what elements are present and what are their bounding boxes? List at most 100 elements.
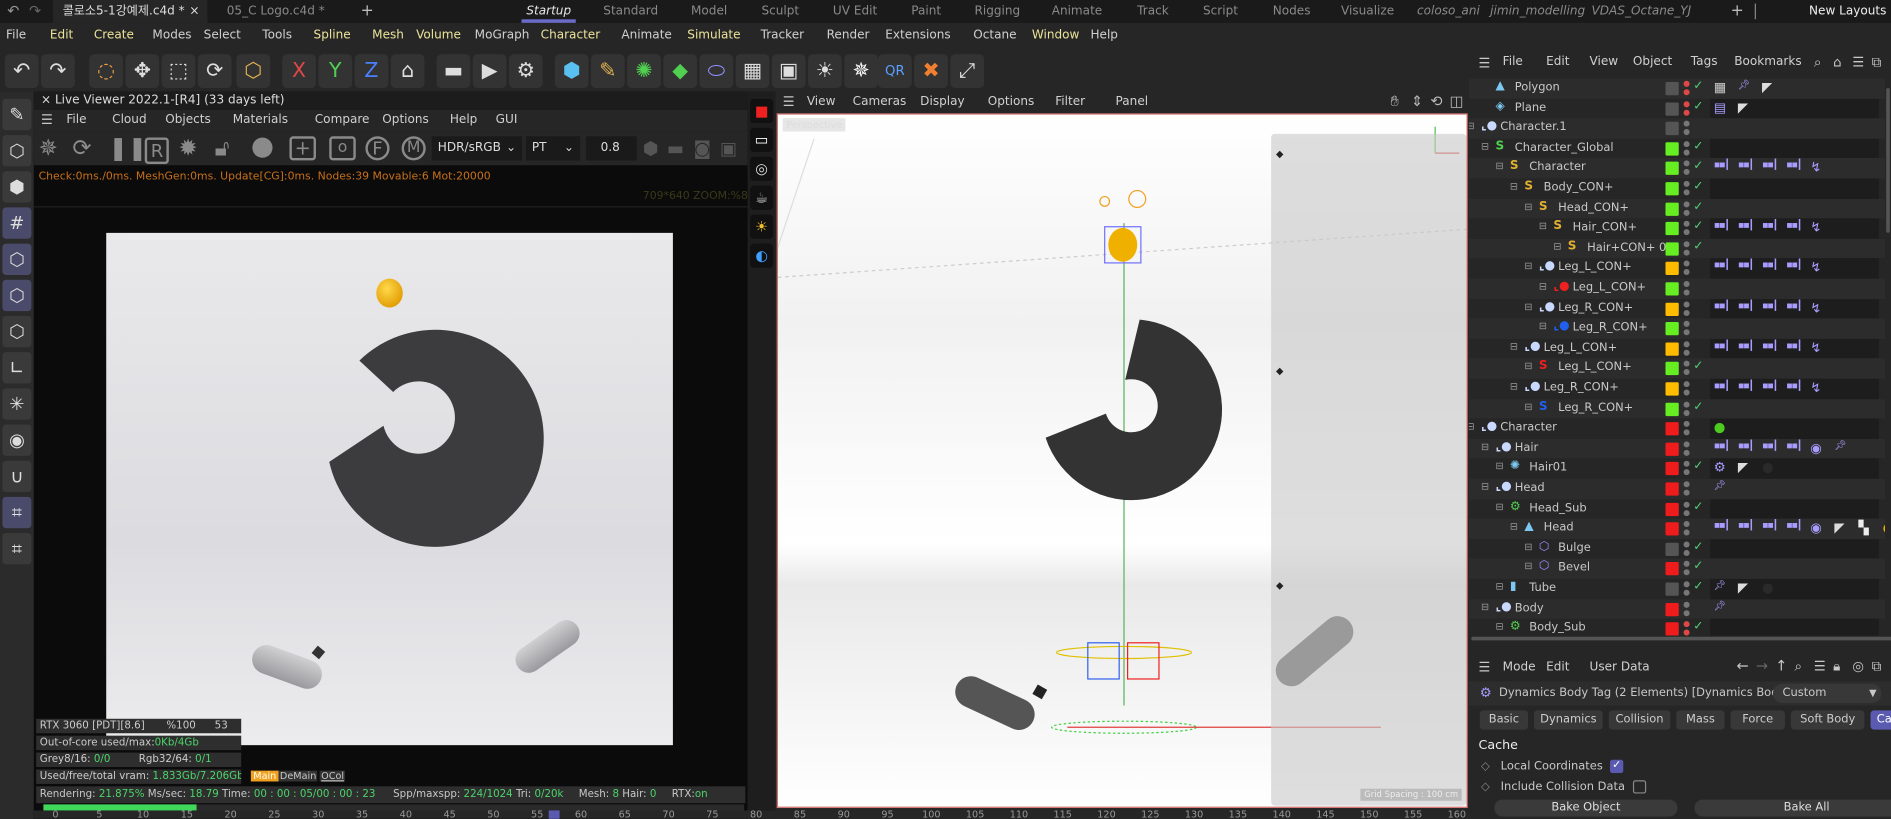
snap-icon[interactable]: ⌗: [2, 496, 32, 529]
object-row[interactable]: ⊟ ⌞● Leg_R_CON+ ▪▪┃ ▪▪┃ ▪▪┃ ▪▪┃ ↯: [1469, 379, 1885, 399]
orbit-icon[interactable]: ⟲: [1430, 93, 1442, 110]
field-icon[interactable]: ⬭: [699, 54, 734, 89]
value-field[interactable]: 0.8: [586, 136, 637, 161]
axis-icon[interactable]: ∟: [2, 352, 32, 384]
layout-tab-paint[interactable]: Paint: [911, 0, 941, 23]
object-name[interactable]: Head: [1544, 521, 1574, 534]
tag-ik-pin-icon[interactable]: 📌︎: [1834, 440, 1846, 451]
visibility-dot-editor[interactable]: [1683, 461, 1690, 468]
current-frame-marker[interactable]: [548, 810, 560, 819]
layout-tab-standard[interactable]: Standard: [603, 0, 658, 23]
expand-toggle-icon[interactable]: ⊟: [1524, 561, 1532, 572]
layout-tab-nodes[interactable]: Nodes: [1273, 0, 1311, 23]
expand-toggle-icon[interactable]: ⊟: [1524, 261, 1532, 272]
layer-color-swatch[interactable]: [1665, 442, 1679, 456]
tag-constraint-icon[interactable]: ▪▪┃: [1762, 300, 1778, 311]
menu-spline[interactable]: Spline: [314, 29, 351, 42]
layout-tab-coloso-ani[interactable]: coloso_ani: [1417, 0, 1480, 23]
viewport-menu-options[interactable]: Options: [988, 95, 1035, 108]
layout-tab-model[interactable]: Model: [691, 0, 727, 23]
cube-icon[interactable]: ⬢: [554, 54, 589, 89]
enabled-check-icon[interactable]: ✓: [1693, 80, 1703, 93]
expand-toggle-icon[interactable]: ⊟: [1539, 281, 1547, 292]
tag-constraint-icon[interactable]: ▪▪┃: [1786, 380, 1802, 391]
visibility-dot-editor[interactable]: [1683, 341, 1690, 348]
visibility-dot-render[interactable]: [1683, 569, 1690, 576]
menu-render[interactable]: Render: [827, 29, 870, 42]
menu-animate[interactable]: Animate: [621, 29, 672, 42]
expand-toggle-icon[interactable]: ⊟: [1524, 201, 1532, 212]
layer-color-swatch[interactable]: [1665, 382, 1679, 396]
material-ball-icon[interactable]: ●: [251, 131, 274, 161]
visibility-dot-render[interactable]: [1683, 209, 1690, 216]
enabled-check-icon[interactable]: ✓: [1693, 580, 1703, 593]
visibility-dot-editor[interactable]: [1683, 100, 1690, 107]
viewport-menu-cameras[interactable]: Cameras: [853, 95, 907, 108]
am-menu-edit[interactable]: Edit: [1546, 661, 1569, 674]
grid-snap-icon[interactable]: #: [2, 207, 32, 239]
timeline-ruler[interactable]: 0 5 10 15 20 25 30 35 40 45 50 55 60 65 70 75 80 85 90 95 10…: [33, 809, 1469, 819]
layer-color-swatch[interactable]: [1665, 422, 1679, 436]
tag-constraint-icon[interactable]: ▪▪┃: [1762, 520, 1778, 531]
rotate-icon[interactable]: ⟳: [197, 54, 232, 89]
polygon-mode-icon[interactable]: ⬡: [2, 243, 32, 275]
object-row[interactable]: ⊟ ⌞● Head 📌︎: [1468, 478, 1885, 499]
om-menu-edit[interactable]: Edit: [1546, 55, 1569, 68]
camera-icon[interactable]: ▣: [771, 54, 806, 89]
expand-toggle-icon[interactable]: ⊟: [1481, 481, 1489, 492]
region-render-icon[interactable]: R: [144, 137, 170, 165]
hexagon-icon[interactable]: ⬢: [643, 137, 659, 159]
render-camera-icon[interactable]: ■: [750, 98, 774, 124]
expand-toggle-icon[interactable]: ⊟: [1495, 461, 1503, 472]
expand-toggle-icon[interactable]: ⊟: [1524, 361, 1532, 372]
expand-toggle-icon[interactable]: ⊟: [1524, 541, 1532, 552]
layout-tab-script[interactable]: Script: [1203, 0, 1238, 23]
visibility-dot-render[interactable]: [1683, 489, 1690, 496]
pass-ocol[interactable]: OCol: [319, 770, 346, 782]
tag-checker-icon[interactable]: ▚: [1858, 520, 1868, 536]
lv-menu-objects[interactable]: Objects: [165, 113, 211, 126]
close-tab-icon[interactable]: ×: [189, 0, 199, 23]
object-name[interactable]: Character: [1529, 161, 1586, 174]
cube-mode-icon[interactable]: ⬡: [2, 135, 32, 167]
restart-render-icon[interactable]: ⟳: [72, 135, 91, 162]
visibility-dot-render[interactable]: [1683, 449, 1690, 456]
enabled-check-icon[interactable]: ✓: [1693, 400, 1703, 413]
visibility-dot-render[interactable]: [1683, 249, 1690, 256]
tag-constraint-icon[interactable]: ▪▪┃: [1714, 160, 1730, 171]
tag-constraint-icon[interactable]: ▪▪┃: [1738, 220, 1754, 231]
bake-object-button[interactable]: Bake Object: [1494, 799, 1678, 817]
keyframe-diamond-icon[interactable]: ◇: [1481, 760, 1490, 773]
menu-character[interactable]: Character: [541, 29, 601, 42]
tag-ik-icon[interactable]: ↯: [1810, 220, 1821, 236]
3d-viewport[interactable]: Perspective ◆ ◆ ◆ Grid Spacing: 100 cm: [776, 113, 1468, 809]
lv-menu-file[interactable]: File: [66, 113, 86, 126]
object-name[interactable]: Body_Sub: [1529, 621, 1585, 634]
layer-color-swatch[interactable]: [1665, 102, 1679, 116]
object-row[interactable]: ⊟ ⌞●Character.1: [1468, 118, 1885, 139]
tag-constraint-icon[interactable]: ▪▪┃: [1786, 340, 1802, 351]
expand-toggle-icon[interactable]: ⊟: [1539, 221, 1547, 232]
tag-material-black-icon[interactable]: ●: [1762, 460, 1774, 476]
tag-phong-icon[interactable]: ◤: [1834, 520, 1844, 536]
visibility-dot-render[interactable]: [1683, 549, 1690, 556]
menu-mesh[interactable]: Mesh: [372, 29, 404, 42]
layer-color-swatch[interactable]: [1665, 342, 1679, 356]
bake-all-button[interactable]: Bake All: [1694, 799, 1891, 817]
enabled-check-icon[interactable]: ✓: [1693, 220, 1703, 233]
layout-tab-animate[interactable]: Animate: [1052, 0, 1103, 23]
viewport-menu-panel[interactable]: Panel: [1116, 95, 1149, 108]
light-icon[interactable]: ☀: [750, 214, 774, 239]
expand-toggle-icon[interactable]: ⊟: [1524, 401, 1532, 412]
lv-menu-options[interactable]: Options: [382, 113, 429, 126]
object-row[interactable]: ⊟ ⚙ Body_Sub ✓: [1469, 619, 1885, 636]
tag-constraint-icon[interactable]: ▪▪┃: [1786, 220, 1802, 231]
object-name[interactable]: Hair_CON+: [1573, 221, 1637, 234]
solo-icon[interactable]: ◉: [2, 424, 32, 456]
visibility-dot-render[interactable]: [1683, 149, 1690, 156]
layer-color-swatch[interactable]: [1665, 122, 1679, 136]
tag-constraint-icon[interactable]: ▪▪┃: [1762, 440, 1778, 451]
visibility-dot-editor[interactable]: [1683, 381, 1690, 388]
layer-color-swatch[interactable]: [1665, 562, 1679, 576]
expand-toggle-icon[interactable]: ⊟: [1495, 581, 1503, 592]
